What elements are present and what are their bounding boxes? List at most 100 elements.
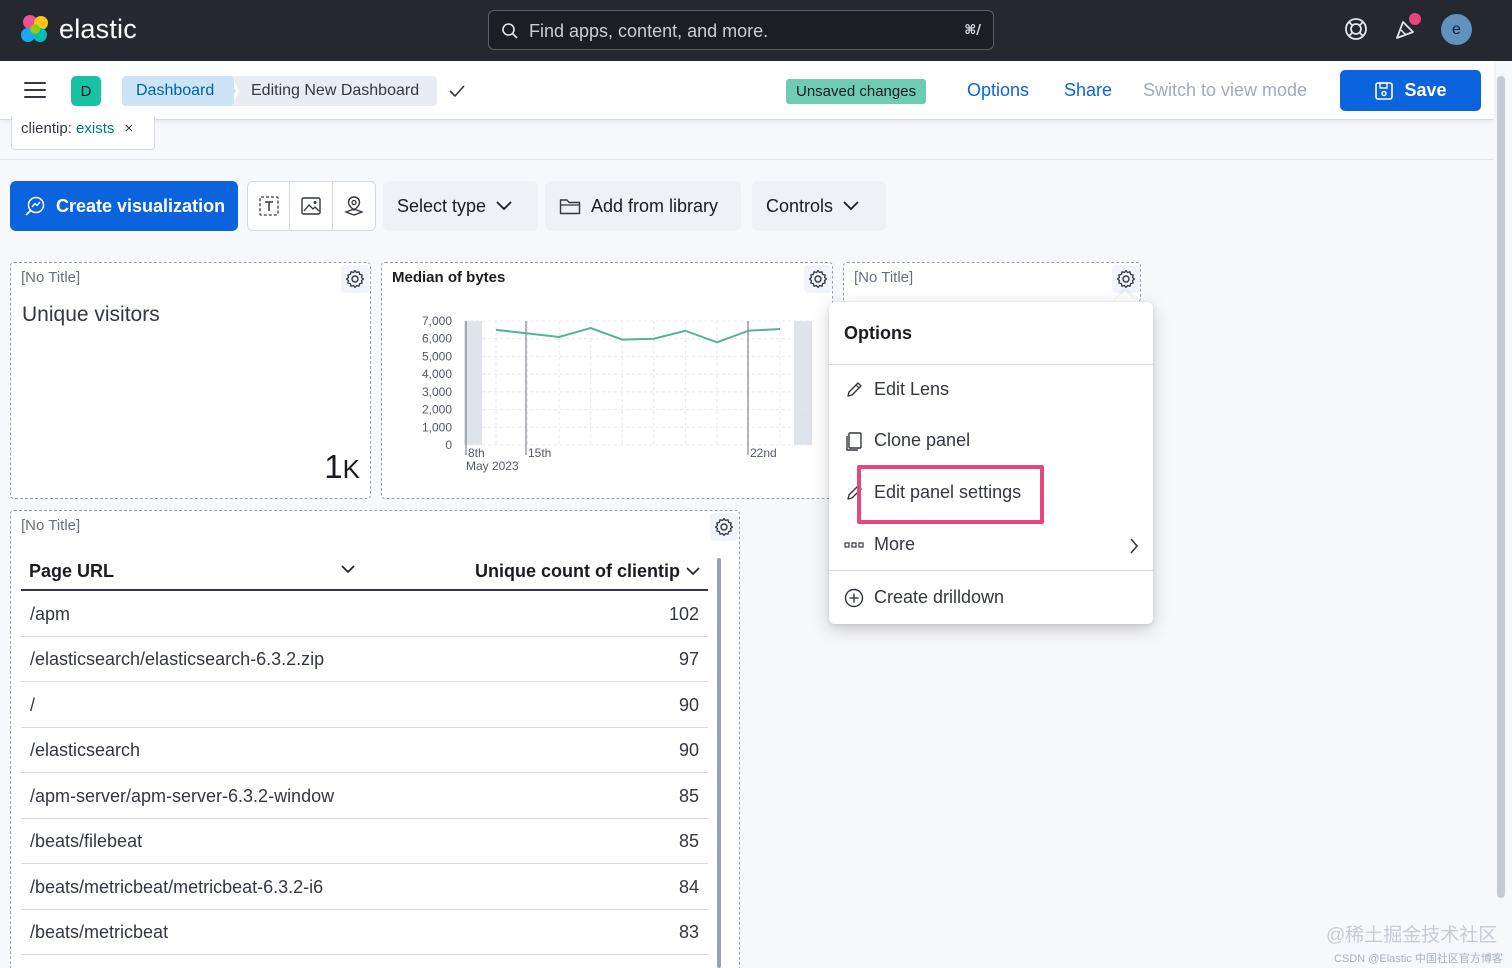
cell-count: 85: [678, 831, 699, 851]
panel-options-menu: Options Edit Lens Clone panel Edit panel…: [829, 302, 1153, 624]
menu-item-label: Create drilldown: [874, 587, 1005, 607]
search-icon: [502, 23, 518, 39]
metric-suffix: K: [342, 454, 360, 484]
check-icon[interactable]: [448, 83, 466, 99]
cell-count: 90: [678, 695, 699, 715]
y-tick-label: 0: [445, 438, 452, 452]
table-row[interactable]: /elasticsearch 90: [21, 728, 708, 773]
x-tick-label: 8th: [468, 446, 485, 460]
menu-item-create-drilldown[interactable]: Create drilldown: [844, 587, 1004, 608]
pencil-icon: [844, 380, 864, 400]
menu-divider: [829, 364, 1153, 365]
boxes-horizontal-icon: [844, 535, 864, 555]
menu-item-more[interactable]: More: [844, 534, 1139, 555]
menu-title: Options: [844, 323, 912, 343]
breadcrumb-dashboard[interactable]: Dashboard: [122, 76, 234, 106]
copy-icon: [844, 431, 864, 451]
y-tick-label: 2,000: [422, 403, 452, 417]
add-from-library-label: Add from library: [591, 195, 719, 216]
cell-count: 83: [678, 922, 699, 942]
search-input[interactable]: [529, 19, 929, 43]
column-header-unique-count[interactable]: Unique count of clientip: [475, 561, 700, 582]
plus-in-circle-icon: [844, 588, 864, 608]
table-row[interactable]: /apm 102: [21, 592, 708, 637]
metric-panel[interactable]: [No Title] Unique visitors 1K: [10, 262, 371, 499]
menu-toggle-icon[interactable]: [24, 82, 46, 100]
chevron-down-icon: [686, 566, 700, 575]
share-button[interactable]: Share: [1064, 80, 1112, 101]
table-row[interactable]: / 90: [21, 683, 708, 728]
chevron-down-icon: [843, 201, 859, 211]
annotation-highlight-box: [857, 465, 1044, 524]
save-icon: [1375, 81, 1394, 100]
add-image-button[interactable]: [290, 182, 333, 230]
menu-item-label: Clone panel: [874, 430, 971, 450]
column-header-page-url[interactable]: Page URL: [29, 561, 114, 582]
y-tick-label: 6,000: [422, 332, 452, 346]
panel-gear-icon[interactable]: [1112, 265, 1140, 293]
select-type-button[interactable]: Select type: [383, 181, 538, 231]
chevron-down-icon: [496, 201, 512, 211]
table-row[interactable]: /beats/metricbeat 83: [21, 910, 708, 955]
divider: [0, 159, 1494, 160]
table-row[interactable]: /apm-server/apm-server-6.3.2-window 85: [21, 774, 708, 819]
image-icon: [301, 197, 321, 215]
global-search[interactable]: ⌘/: [488, 10, 994, 50]
filter-key: clientip:: [21, 120, 72, 137]
y-tick-label: 3,000: [422, 385, 452, 399]
watermark-caption: CSDN @Elastic 中国社区官方博客: [1334, 953, 1503, 965]
series-line: [495, 327, 781, 344]
elastic-logo[interactable]: elastic: [19, 13, 137, 45]
x-tick-label: 22nd: [750, 446, 777, 460]
cell-count: 102: [668, 604, 699, 624]
panel-gear-icon[interactable]: [804, 265, 832, 293]
metric-value: 1K: [324, 448, 360, 486]
table-row[interactable]: /elasticsearch/elasticsearch-6.3.2.zip 97: [21, 637, 708, 682]
cell-url: /apm-server/apm-server-6.3.2-window: [30, 786, 335, 806]
y-tick-label: 4,000: [422, 367, 452, 381]
filter-remove-icon[interactable]: ×: [125, 120, 134, 137]
add-map-button[interactable]: [333, 182, 375, 230]
add-from-library-button[interactable]: Add from library: [545, 181, 741, 231]
metric-label: Unique visitors: [22, 303, 160, 326]
chevron-right-icon: [1130, 538, 1139, 554]
user-avatar[interactable]: e: [1441, 14, 1472, 45]
text-icon: [259, 196, 279, 216]
table-scrollbar[interactable]: [717, 558, 721, 968]
add-text-button[interactable]: [248, 182, 291, 230]
lens-icon: [25, 196, 45, 216]
logo-text: elastic: [59, 13, 137, 44]
folder-icon: [559, 199, 581, 215]
table-row[interactable]: /beats/metricbeat/metricbeat-6.3.2-i6 84: [21, 865, 708, 910]
cell-url: /beats/filebeat: [30, 831, 143, 851]
help-icon[interactable]: [1343, 16, 1369, 42]
save-button[interactable]: Save: [1340, 70, 1481, 111]
metric-number: 1: [324, 448, 343, 485]
third-panel[interactable]: [No Title]: [843, 262, 1141, 302]
menu-item-clone-panel[interactable]: Clone panel: [844, 430, 970, 451]
space-avatar[interactable]: D: [71, 76, 101, 106]
controls-button[interactable]: Controls: [752, 181, 886, 231]
panel-gear-icon[interactable]: [710, 513, 738, 541]
filter-pill[interactable]: clientip: exists ×: [11, 116, 155, 150]
chart-panel[interactable]: Median of bytes 7,000 6,000 5,000 4,000 3,00…: [381, 262, 833, 499]
table-header: Page URL Unique count of clientip: [21, 553, 708, 591]
page-scrollbar[interactable]: [1497, 76, 1505, 898]
filter-value: exists: [76, 120, 115, 137]
dashboard-header: D Dashboard Editing New Dashboard Unsave…: [0, 61, 1494, 120]
column-header-unique-count-label: Unique count of clientip: [475, 560, 680, 581]
watermark: @稀土掘金技术社区: [1326, 925, 1498, 946]
cell-url: /beats/metricbeat/metricbeat-6.3.2-i6: [30, 877, 324, 897]
menu-item-edit-lens[interactable]: Edit Lens: [844, 379, 949, 400]
panel-gear-icon[interactable]: [341, 265, 369, 293]
table-row[interactable]: /beats/filebeat 85: [21, 819, 708, 864]
create-visualization-button[interactable]: Create visualization: [10, 181, 238, 231]
options-button[interactable]: Options: [967, 80, 1029, 101]
table-panel[interactable]: [No Title] Page URL Unique count of clie…: [10, 510, 740, 968]
chart-bg-band-right: [794, 321, 812, 445]
panel-title: [No Title]: [21, 269, 81, 286]
quick-add-group: [247, 181, 376, 231]
chevron-down-icon[interactable]: [341, 565, 355, 574]
save-label: Save: [1404, 80, 1447, 100]
switch-to-view-mode-button[interactable]: Switch to view mode: [1143, 80, 1307, 101]
